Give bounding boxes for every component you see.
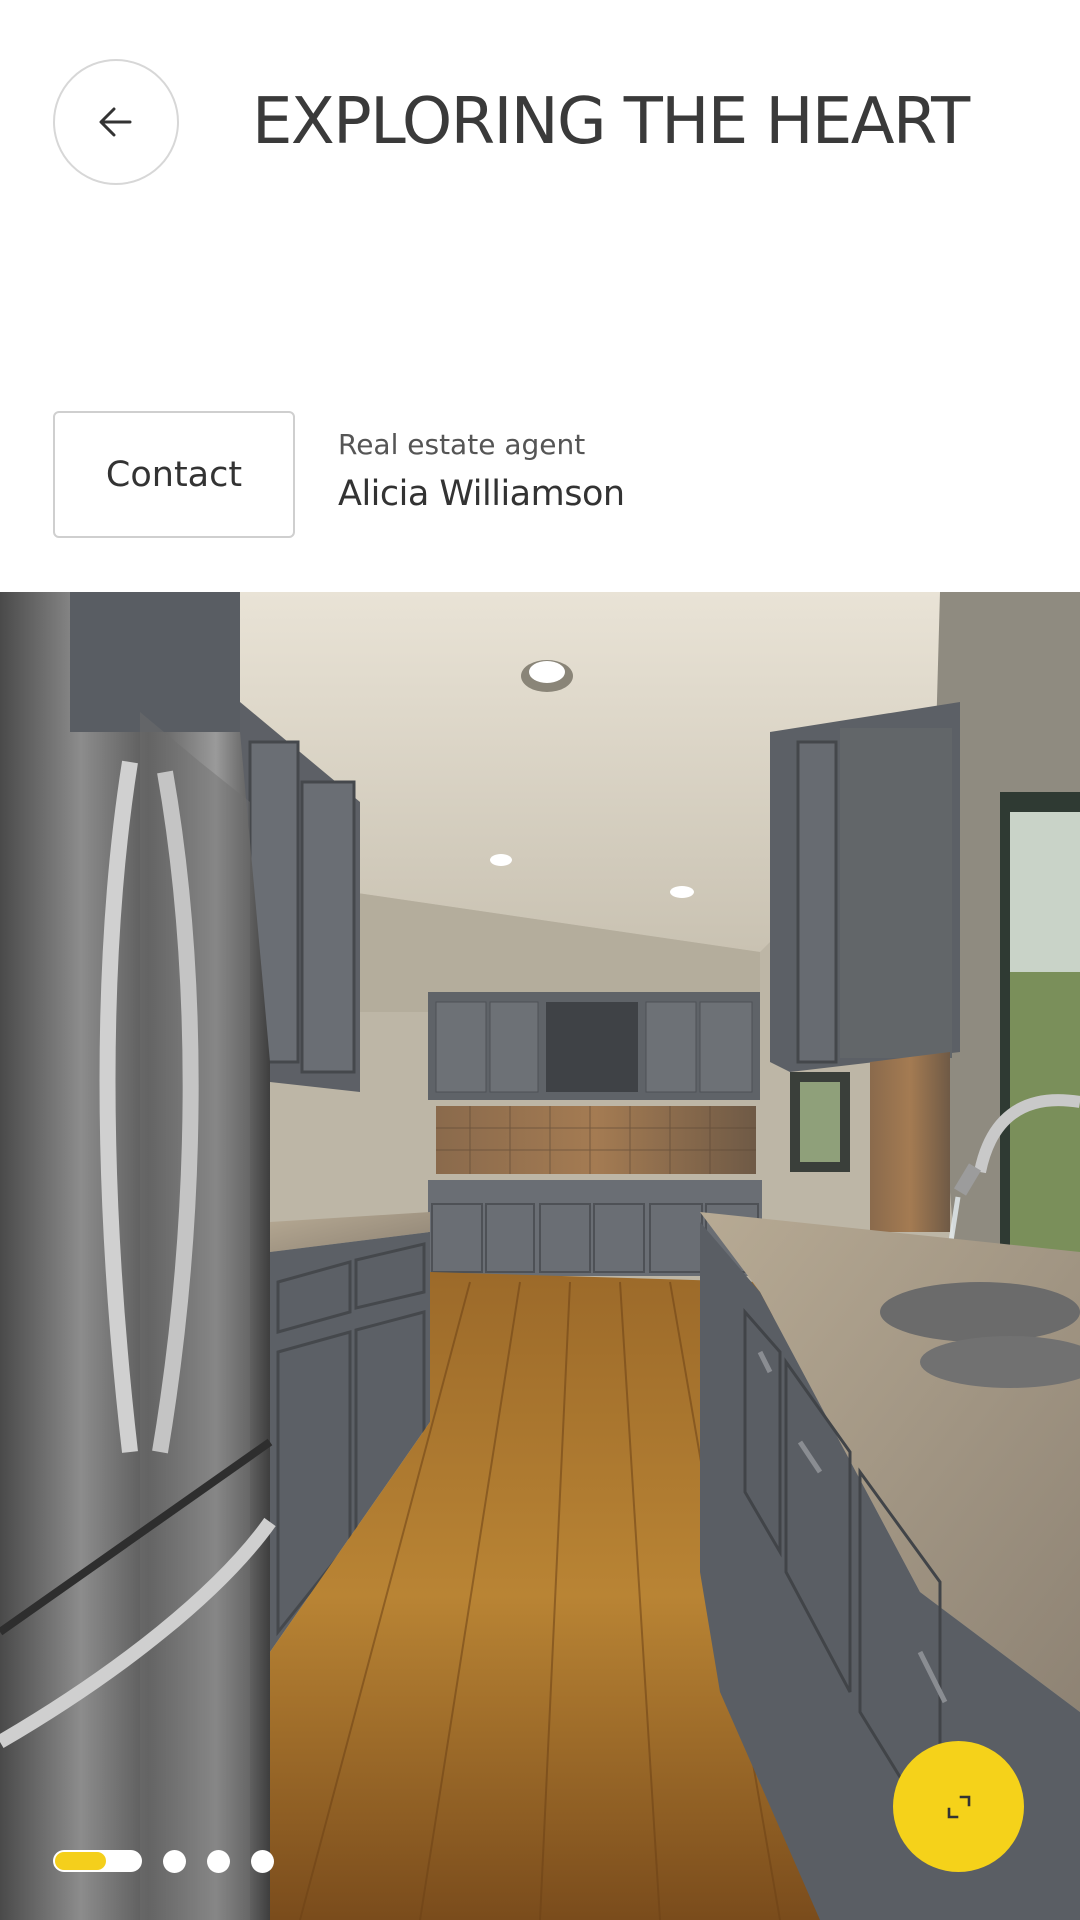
kitchen-photo-illustration	[0, 592, 1080, 1920]
arrow-left-icon	[99, 107, 132, 137]
property-photo[interactable]	[0, 592, 1080, 1920]
carousel-indicator	[53, 1849, 295, 1873]
carousel-dot-4[interactable]	[251, 1849, 274, 1873]
agent-role: Real estate agent	[338, 428, 586, 461]
page-title: EXPLORING THE HEART	[252, 85, 970, 159]
carousel-dot-3[interactable]	[207, 1849, 230, 1873]
carousel-dot-active[interactable]	[53, 1850, 142, 1872]
expand-button[interactable]	[893, 1741, 1024, 1872]
carousel-dot-2[interactable]	[163, 1849, 186, 1873]
back-button[interactable]	[53, 59, 179, 185]
carousel-progress	[55, 1852, 106, 1870]
expand-icon	[947, 1795, 970, 1818]
contact-button[interactable]: Contact	[53, 411, 295, 538]
agent-name: Alicia Williamson	[338, 474, 625, 514]
